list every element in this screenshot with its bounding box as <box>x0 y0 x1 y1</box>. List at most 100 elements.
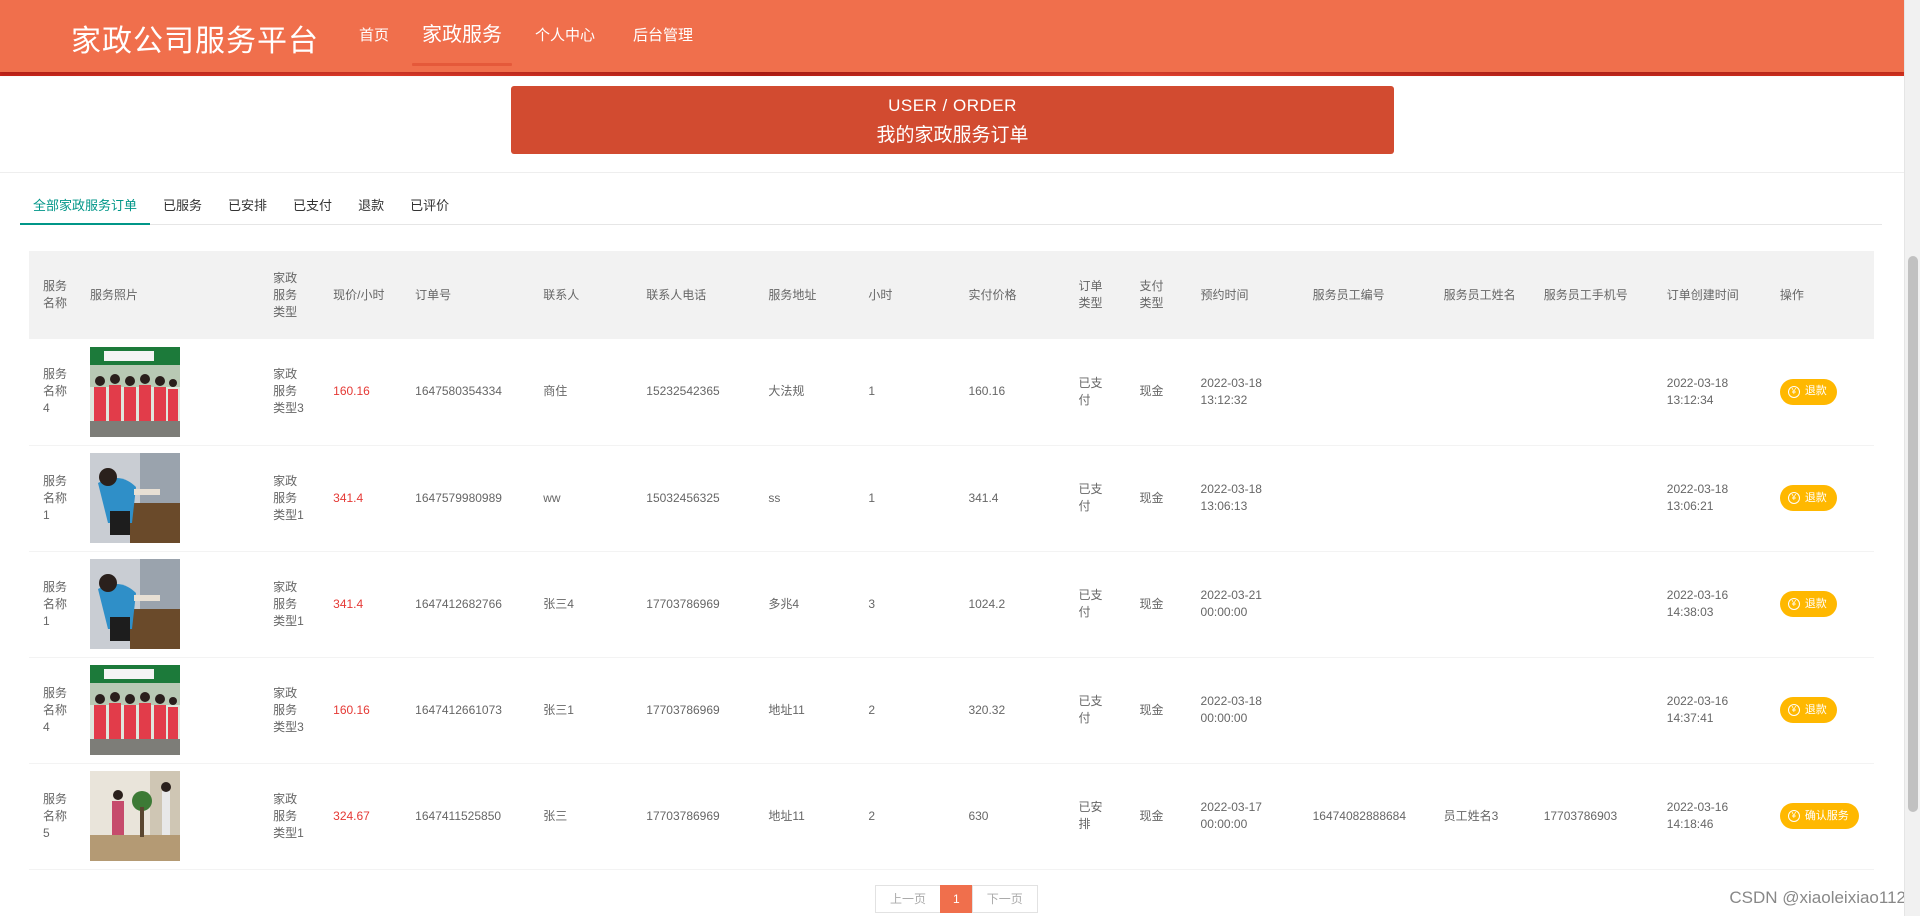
tab-arranged[interactable]: 已安排 <box>215 189 280 225</box>
cell-pay-type: 现金 <box>1139 808 1164 823</box>
cell-order-type: 已安排 <box>1078 800 1103 831</box>
th-service-photo: 服务照片 <box>90 287 139 302</box>
cell-staff-phone <box>1530 445 1653 551</box>
page-scrollbar[interactable] <box>1904 0 1920 916</box>
th-pay-type: 支付类型 <box>1139 279 1164 310</box>
confirm-service-button-label: 确认服务 <box>1804 809 1849 822</box>
cell-pay-type: 现金 <box>1139 490 1164 505</box>
cell-staff-no <box>1299 657 1430 763</box>
cell-price: 160.16 <box>333 384 370 399</box>
cell-order-no: 1647579980989 <box>415 490 502 505</box>
th-order-type: 订单类型 <box>1078 279 1103 310</box>
yen-icon: ¥ <box>1787 492 1800 504</box>
cell-contact: 张三 <box>543 808 568 823</box>
service-photo-team[interactable] <box>90 665 181 755</box>
cell-service-name: 服务名称1 <box>43 473 68 522</box>
refund-button-label: 退款 <box>1804 597 1827 610</box>
tab-served[interactable]: 已服务 <box>150 189 215 225</box>
service-photo-cleaning[interactable] <box>90 453 181 543</box>
nav-admin[interactable]: 后台管理 <box>618 0 708 72</box>
cell-paid: 630 <box>968 808 989 823</box>
table-row: 服务名称1 家政服务类型1 341.4 1647579980989 ww 150… <box>29 445 1874 551</box>
cell-address: 多兆4 <box>768 596 800 611</box>
tab-all-orders[interactable]: 全部家政服务订单 <box>20 189 151 225</box>
cell-action: ¥ 退款 <box>1766 551 1874 657</box>
cell-appoint-time: 2022-03-21 00:00:00 <box>1200 588 1262 619</box>
th-hours: 小时 <box>868 287 893 302</box>
nav-home[interactable]: 首页 <box>344 0 404 72</box>
cell-order-no: 1647412661073 <box>415 702 502 717</box>
cell-order-type: 已支付 <box>1078 588 1103 619</box>
cell-staff-name <box>1430 445 1530 551</box>
top-header: 家政公司服务平台 首页 家政服务 个人中心 后台管理 <box>0 0 1904 72</box>
cell-appoint-time: 2022-03-18 00:00:00 <box>1200 694 1262 725</box>
cell-created: 2022-03-18 13:06:21 <box>1666 482 1729 513</box>
refund-button[interactable]: ¥ 退款 <box>1779 591 1837 617</box>
cell-created: 2022-03-16 14:18:46 <box>1666 800 1729 831</box>
cell-pay-type: 现金 <box>1139 384 1164 399</box>
cell-service-type: 家政服务类型3 <box>273 685 304 734</box>
th-contact-phone: 联系人电话 <box>646 287 707 302</box>
cell-action: ¥ 确认服务 <box>1766 763 1874 869</box>
service-photo-room[interactable] <box>90 771 181 861</box>
cell-staff-no: 16474082888684 <box>1312 808 1407 823</box>
yen-icon: ¥ <box>1787 598 1800 610</box>
cell-service-name: 服务名称1 <box>43 579 68 628</box>
cell-pay-type: 现金 <box>1139 702 1164 717</box>
cell-service-type: 家政服务类型1 <box>273 791 304 840</box>
cell-phone: 15232542365 <box>646 384 720 399</box>
tab-paid[interactable]: 已支付 <box>280 189 345 225</box>
cell-phone: 17703786969 <box>646 596 720 611</box>
cell-paid: 1024.2 <box>968 596 1006 611</box>
nav-housekeeping-service[interactable]: 家政服务 <box>412 0 513 72</box>
site-brand[interactable]: 家政公司服务平台 <box>71 16 319 60</box>
service-photo-cleaning[interactable] <box>90 559 181 649</box>
scrollbar-thumb[interactable] <box>1908 256 1918 812</box>
th-created-time: 订单创建时间 <box>1666 287 1739 302</box>
cell-service-name: 服务名称5 <box>43 791 68 840</box>
cell-staff-no <box>1299 445 1430 551</box>
cell-contact: 张三4 <box>543 596 574 611</box>
cell-contact: ww <box>543 490 561 505</box>
cell-hours: 1 <box>868 490 876 505</box>
th-service-name: 服务名称 <box>43 279 68 310</box>
cell-staff-name <box>1430 339 1530 445</box>
service-photo-team[interactable] <box>90 346 181 437</box>
cell-price: 324.67 <box>333 808 370 823</box>
cell-staff-phone: 17703786903 <box>1543 808 1618 823</box>
th-staff-name: 服务员工姓名 <box>1443 287 1516 302</box>
next-page-button[interactable]: 下一页 <box>971 885 1038 913</box>
refund-button[interactable]: ¥ 退款 <box>1779 485 1837 511</box>
cell-staff-name <box>1430 657 1530 763</box>
tab-reviewed[interactable]: 已评价 <box>397 189 462 225</box>
confirm-service-button[interactable]: ¥ 确认服务 <box>1779 803 1859 829</box>
page-title-cn: 我的家政服务订单 <box>876 125 1029 146</box>
refund-button[interactable]: ¥ 退款 <box>1779 697 1837 723</box>
th-paid-price: 实付价格 <box>968 287 1017 302</box>
cell-action: ¥ 退款 <box>1766 657 1874 763</box>
prev-page-button[interactable]: 上一页 <box>875 885 942 913</box>
cell-photo <box>76 445 259 551</box>
cell-order-type: 已支付 <box>1078 375 1103 407</box>
th-staff-phone: 服务员工手机号 <box>1543 287 1628 302</box>
refund-button[interactable]: ¥ 退款 <box>1779 378 1837 405</box>
cell-pay-type: 现金 <box>1139 596 1164 611</box>
cell-service-type: 家政服务类型1 <box>273 579 304 628</box>
cell-photo <box>76 763 259 869</box>
tab-refund[interactable]: 退款 <box>345 189 397 225</box>
cell-created: 2022-03-16 14:38:03 <box>1666 588 1729 619</box>
cell-staff-no <box>1299 551 1430 657</box>
cell-created: 2022-03-18 13:12:34 <box>1666 375 1729 407</box>
cell-appoint-time: 2022-03-18 13:06:13 <box>1200 482 1262 513</box>
cell-paid: 320.32 <box>968 702 1006 717</box>
th-staff-no: 服务员工编号 <box>1312 287 1385 302</box>
cell-staff-phone <box>1530 657 1653 763</box>
cell-paid: 341.4 <box>968 490 999 505</box>
page-number-current[interactable]: 1 <box>940 885 973 913</box>
cell-created: 2022-03-16 14:37:41 <box>1666 694 1729 725</box>
nav-personal-center[interactable]: 个人中心 <box>520 0 610 72</box>
cell-price: 341.4 <box>333 490 364 505</box>
table-row: 服务名称5 家政服务类型1 324.67 1647411525850 张三 17… <box>29 763 1874 869</box>
th-contact: 联系人 <box>543 287 580 302</box>
cell-hours: 2 <box>868 808 876 823</box>
